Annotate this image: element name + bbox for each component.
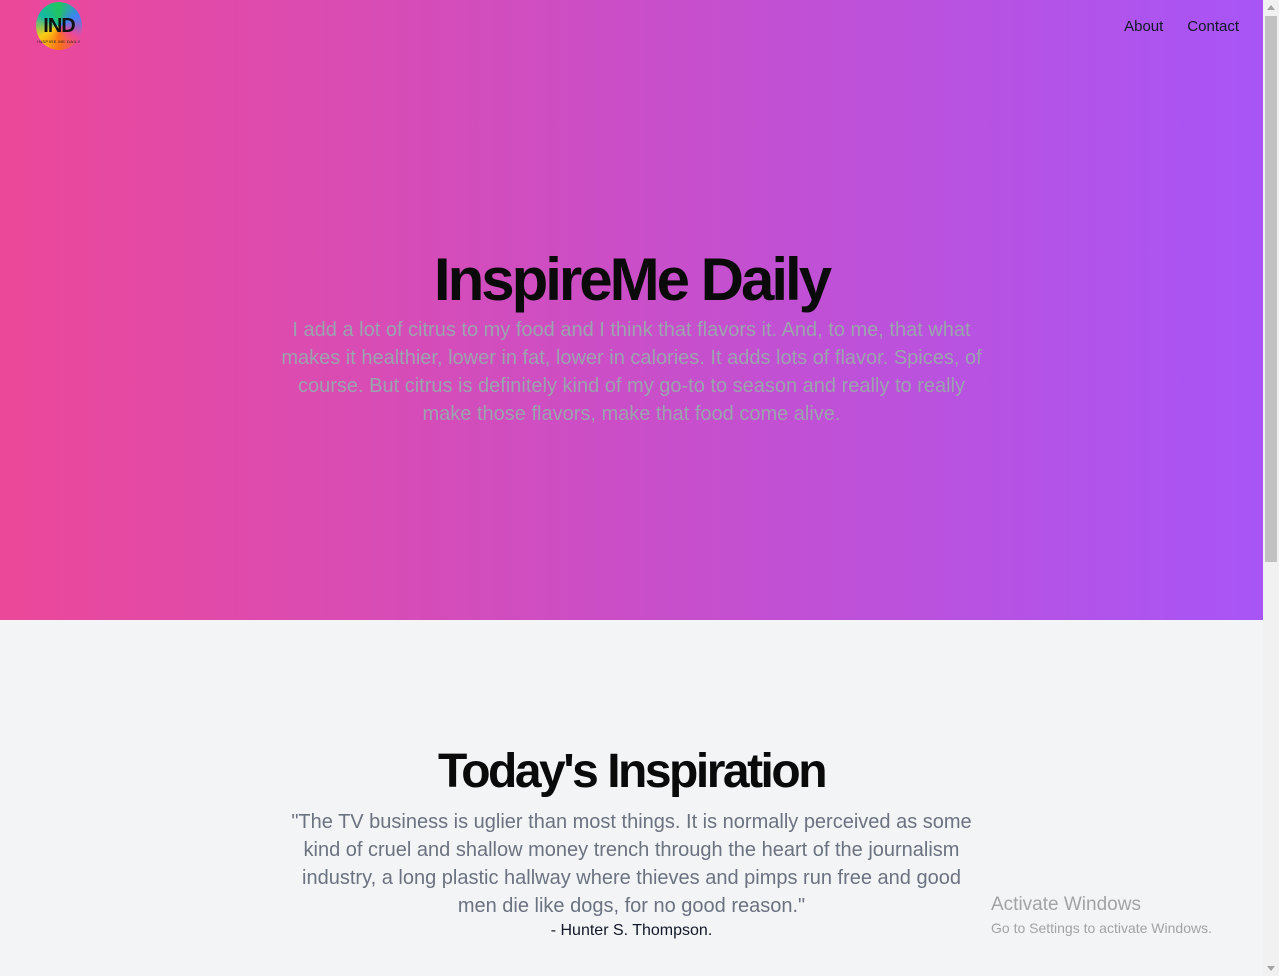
site-logo[interactable]: IND INSPIRE ME DAILY xyxy=(36,2,82,50)
watermark-title: Activate Windows xyxy=(991,894,1141,915)
inspiration-title: Today's Inspiration xyxy=(437,745,828,798)
scroll-down-arrow-icon[interactable] xyxy=(1267,966,1275,971)
watermark-subtitle: Go to Settings to activate Windows. xyxy=(991,920,1212,936)
logo-text: IND xyxy=(43,15,75,37)
logo-subtext: INSPIRE ME DAILY xyxy=(37,39,81,44)
nav-link-about[interactable]: About xyxy=(1124,18,1163,35)
vertical-scrollbar[interactable] xyxy=(1263,0,1279,976)
hero-title: InspireMe Daily xyxy=(433,246,832,313)
scroll-up-arrow-icon[interactable] xyxy=(1267,5,1275,10)
hero-section: IND INSPIRE ME DAILY About Contact Inspi… xyxy=(0,0,1263,620)
hero-text: I add a lot of citrus to my food and I t… xyxy=(281,319,982,425)
quote-text: "The TV business is uglier than most thi… xyxy=(291,811,972,917)
windows-activation-watermark: Activate Windows Go to Settings to activ… xyxy=(991,892,1212,938)
page: IND INSPIRE ME DAILY About Contact Inspi… xyxy=(0,0,1263,976)
nav-link-contact[interactable]: Contact xyxy=(1187,18,1239,35)
nav-links: About Contact xyxy=(1124,18,1239,35)
scrollbar-thumb[interactable] xyxy=(1265,16,1277,562)
navbar: IND INSPIRE ME DAILY About Contact xyxy=(0,0,1263,56)
